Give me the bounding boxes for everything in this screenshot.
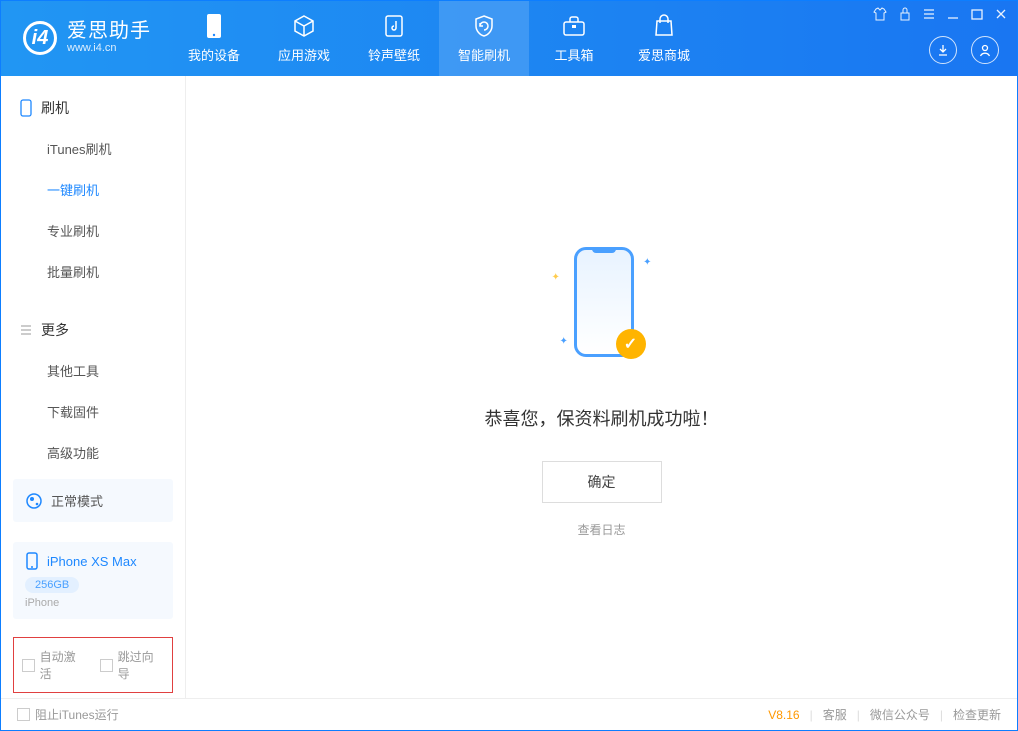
tab-my-device[interactable]: 我的设备 — [169, 1, 259, 76]
tab-label: 工具箱 — [554, 45, 593, 64]
close-icon[interactable] — [995, 7, 1007, 21]
sparkle-icon: ✦ — [552, 272, 560, 283]
footer-link-update[interactable]: 检查更新 — [953, 706, 1001, 723]
header: i4 爱思助手 www.i4.cn 我的设备 应用游戏 铃声壁纸 智能刷机 工具… — [1, 1, 1017, 76]
window-controls — [873, 7, 1007, 21]
checkmark-badge-icon: ✓ — [616, 329, 646, 359]
sidebar-item-download-firmware[interactable]: 下载固件 — [1, 391, 185, 432]
checkbox-icon — [22, 659, 35, 672]
app-subtitle: www.i4.cn — [67, 41, 151, 55]
phone-icon — [201, 13, 227, 39]
sidebar-item-batch-flash[interactable]: 批量刷机 — [1, 251, 185, 292]
phone-outline-icon — [19, 99, 33, 117]
tab-apps[interactable]: 应用游戏 — [259, 1, 349, 76]
toolbox-icon — [561, 13, 587, 39]
menu-icon[interactable] — [923, 7, 935, 21]
checkbox-block-itunes[interactable]: 阻止iTunes运行 — [17, 706, 119, 723]
sidebar-item-other-tools[interactable]: 其他工具 — [1, 350, 185, 391]
user-icon[interactable] — [971, 36, 999, 64]
main-content: ✦ ✦ ✦ ✓ 恭喜您，保资料刷机成功啦！ 确定 查看日志 — [186, 76, 1017, 698]
checkbox-skip-guide[interactable]: 跳过向导 — [100, 648, 164, 682]
tab-flash[interactable]: 智能刷机 — [439, 1, 529, 76]
header-actions — [929, 36, 999, 64]
tab-label: 铃声壁纸 — [368, 45, 420, 64]
tab-label: 智能刷机 — [458, 45, 510, 64]
device-name: iPhone XS Max — [47, 554, 137, 569]
view-log-link[interactable]: 查看日志 — [577, 521, 625, 538]
cube-icon — [291, 13, 317, 39]
checkbox-icon — [100, 659, 113, 672]
device-type: iPhone — [25, 597, 161, 609]
version-label: V8.16 — [768, 708, 799, 722]
music-icon — [381, 13, 407, 39]
tab-ringtones[interactable]: 铃声壁纸 — [349, 1, 439, 76]
tab-store[interactable]: 爱思商城 — [619, 1, 709, 76]
logo: i4 爱思助手 www.i4.cn — [1, 21, 169, 55]
download-icon[interactable] — [929, 36, 957, 64]
minimize-icon[interactable] — [947, 7, 959, 21]
top-tabs: 我的设备 应用游戏 铃声壁纸 智能刷机 工具箱 爱思商城 — [169, 1, 709, 76]
app-title: 爱思助手 — [67, 21, 151, 41]
maximize-icon[interactable] — [971, 7, 983, 21]
list-icon — [19, 323, 33, 337]
success-message: 恭喜您，保资料刷机成功啦！ — [485, 405, 719, 431]
mode-label: 正常模式 — [51, 491, 103, 510]
footer-link-support[interactable]: 客服 — [823, 706, 847, 723]
checkbox-icon — [17, 708, 30, 721]
sparkle-icon: ✦ — [560, 336, 568, 347]
sidebar-section-more: 更多 — [1, 314, 185, 350]
footer-link-wechat[interactable]: 微信公众号 — [870, 706, 930, 723]
ok-button[interactable]: 确定 — [542, 461, 662, 503]
mode-icon — [25, 492, 43, 510]
mode-indicator[interactable]: 正常模式 — [13, 479, 173, 522]
tab-toolbox[interactable]: 工具箱 — [529, 1, 619, 76]
sidebar-item-pro-flash[interactable]: 专业刷机 — [1, 210, 185, 251]
footer: 阻止iTunes运行 V8.16 | 客服 | 微信公众号 | 检查更新 — [1, 698, 1017, 730]
device-card[interactable]: iPhone XS Max 256GB iPhone — [13, 542, 173, 619]
success-illustration: ✦ ✦ ✦ ✓ — [542, 237, 662, 377]
checkbox-label: 跳过向导 — [118, 648, 164, 682]
sidebar-section-flash: 刷机 — [1, 92, 185, 128]
lock-icon[interactable] — [899, 7, 911, 21]
shopping-bag-icon — [651, 13, 677, 39]
sidebar: 刷机 iTunes刷机 一键刷机 专业刷机 批量刷机 更多 其他工具 下载固件 … — [1, 76, 186, 698]
section-title: 更多 — [41, 320, 69, 340]
section-title: 刷机 — [41, 98, 69, 118]
device-phone-icon — [25, 552, 39, 570]
sidebar-item-itunes-flash[interactable]: iTunes刷机 — [1, 128, 185, 169]
phone-notch-icon — [592, 247, 616, 253]
tab-label: 爱思商城 — [638, 45, 690, 64]
sidebar-item-oneclick-flash[interactable]: 一键刷机 — [1, 169, 185, 210]
sidebar-item-advanced[interactable]: 高级功能 — [1, 432, 185, 473]
options-highlight-box: 自动激活 跳过向导 — [13, 637, 173, 693]
checkbox-label: 自动激活 — [40, 648, 86, 682]
device-capacity: 256GB — [25, 577, 79, 593]
tab-label: 我的设备 — [188, 45, 240, 64]
refresh-shield-icon — [471, 13, 497, 39]
checkbox-label: 阻止iTunes运行 — [35, 706, 119, 723]
sparkle-icon: ✦ — [643, 257, 651, 268]
checkbox-auto-activate[interactable]: 自动激活 — [22, 648, 86, 682]
shirt-icon[interactable] — [873, 7, 887, 21]
tab-label: 应用游戏 — [278, 45, 330, 64]
logo-icon: i4 — [23, 21, 57, 55]
